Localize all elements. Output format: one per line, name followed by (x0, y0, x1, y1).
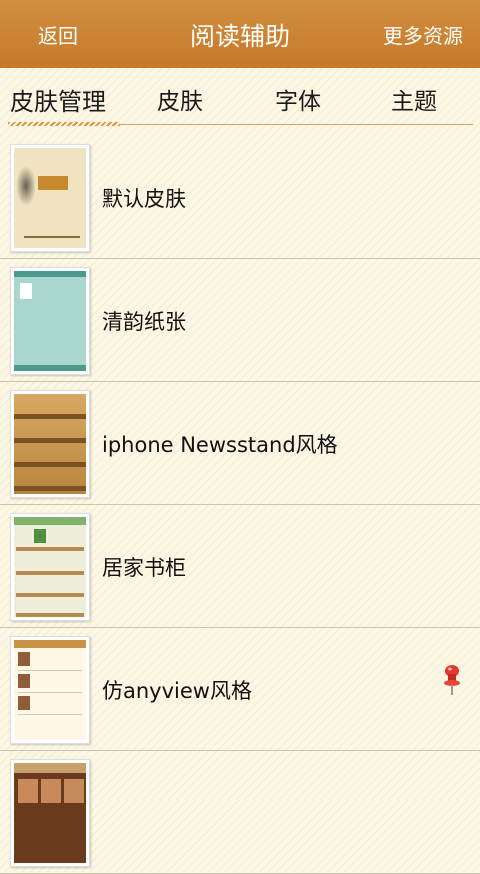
home-bookcase-thumbnail (10, 513, 90, 621)
partial-skin-thumbnail (10, 759, 90, 867)
tab-divider (120, 124, 473, 125)
skin-name: iphone Newsstand风格 (102, 433, 338, 457)
list-item-home-bookcase-skin[interactable]: 居家书柜 (0, 505, 480, 628)
list-item-partial-skin[interactable] (0, 751, 480, 874)
tab-skins[interactable]: 皮肤 (157, 82, 203, 116)
back-button[interactable]: 返回 (38, 20, 78, 49)
title-bar: 返回 阅读辅助 更多资源 (0, 0, 480, 68)
red-pushpin-icon (444, 665, 460, 695)
anyview-skin-thumbnail (10, 636, 90, 744)
tab-themes[interactable]: 主题 (391, 82, 437, 116)
skin-name: 清韵纸张 (102, 310, 186, 334)
paper-skin-thumbnail (10, 267, 90, 375)
skin-name: 居家书柜 (102, 556, 186, 580)
bookshelf-skin-thumbnail (10, 390, 90, 498)
list-item-paper-skin[interactable]: 清韵纸张 (0, 259, 480, 382)
list-item-anyview-skin[interactable]: 仿anyview风格 (0, 628, 480, 751)
list-item-newsstand-skin[interactable]: iphone Newsstand风格 (0, 382, 480, 505)
skin-list: 默认皮肤 清韵纸张 iphone Newsstand风格 居家书柜 仿anyvi… (0, 136, 480, 874)
tab-bar: 皮肤管理 皮肤 字体 主题 (0, 68, 480, 126)
active-tab-indicator (8, 122, 120, 126)
skin-name: 默认皮肤 (102, 187, 186, 211)
more-resources-button[interactable]: 更多资源 (383, 20, 463, 49)
skin-name: 仿anyview风格 (102, 679, 252, 703)
tab-fonts[interactable]: 字体 (275, 82, 321, 116)
list-item-default-skin[interactable]: 默认皮肤 (0, 136, 480, 259)
tab-skin-management[interactable]: 皮肤管理 (10, 82, 106, 117)
default-skin-thumbnail (10, 144, 90, 252)
